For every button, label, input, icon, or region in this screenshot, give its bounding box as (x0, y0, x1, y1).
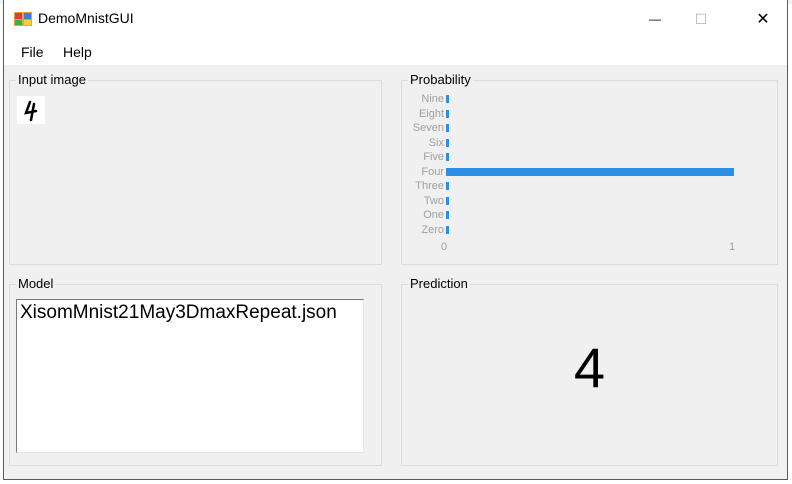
prob-bar-zero (446, 225, 449, 234)
prob-bar-two (446, 196, 449, 205)
axis-tick-max: 1 (729, 241, 736, 253)
prob-bar-three (446, 182, 449, 190)
maximize-button[interactable]: ☐ (678, 0, 724, 38)
prob-label-eight: Eight (418, 107, 444, 120)
close-icon: ✕ (756, 11, 770, 28)
menu-bar: File Help (4, 38, 787, 66)
prob-label-nine: Nine (421, 93, 444, 105)
input-image-group: Input image (9, 72, 382, 265)
probability-group: Probability Nine Eight Seven Six Five Four Thr… (401, 72, 778, 265)
prediction-value: 4 (573, 336, 606, 399)
input-image-label: Input image (16, 72, 88, 88)
axis-tick-min: 0 (441, 241, 448, 253)
minimize-icon: — (649, 12, 661, 26)
menu-help[interactable]: Help (63, 44, 92, 60)
prob-bar-four (446, 167, 734, 176)
app-window: DemoMnistGUI — ☐ ✕ File Help Input image… (3, 0, 788, 480)
prob-label-seven: Seven (412, 122, 444, 134)
prob-bar-eight (446, 109, 449, 118)
model-group: Model XisomMnist21May3DmaxRepeat.json (9, 276, 382, 466)
app-icon (14, 12, 32, 26)
prob-label-four: Four (421, 165, 444, 178)
model-label: Model (16, 276, 56, 292)
prediction-group: Prediction 4 (401, 276, 778, 466)
handwritten-digit-icon (24, 100, 38, 122)
prob-label-three: Three (415, 180, 444, 192)
close-button[interactable]: ✕ (740, 0, 786, 38)
prob-label-zero: Zero (421, 223, 444, 236)
prob-bar-one (446, 211, 449, 219)
prob-label-six: Six (428, 136, 444, 149)
maximize-icon: ☐ (694, 10, 708, 27)
prob-label-five: Five (423, 151, 444, 163)
minimize-button[interactable]: — (632, 0, 678, 38)
window-title: DemoMnistGUI (38, 10, 134, 26)
input-image (17, 96, 45, 124)
prob-bar-six (446, 138, 449, 147)
model-textbox[interactable]: XisomMnist21May3DmaxRepeat.json (16, 299, 364, 453)
prob-bar-five (446, 153, 449, 161)
prob-label-two: Two (423, 194, 444, 207)
title-bar[interactable]: DemoMnistGUI — ☐ ✕ (4, 0, 787, 38)
probability-chart: Nine Eight Seven Six Five Four Three Two One Zero (402, 81, 777, 264)
prob-bar-nine (446, 95, 449, 103)
prediction-label: Prediction (408, 276, 470, 292)
prob-bar-seven (446, 124, 449, 132)
menu-file[interactable]: File (21, 44, 44, 60)
prob-label-one: One (423, 209, 444, 221)
